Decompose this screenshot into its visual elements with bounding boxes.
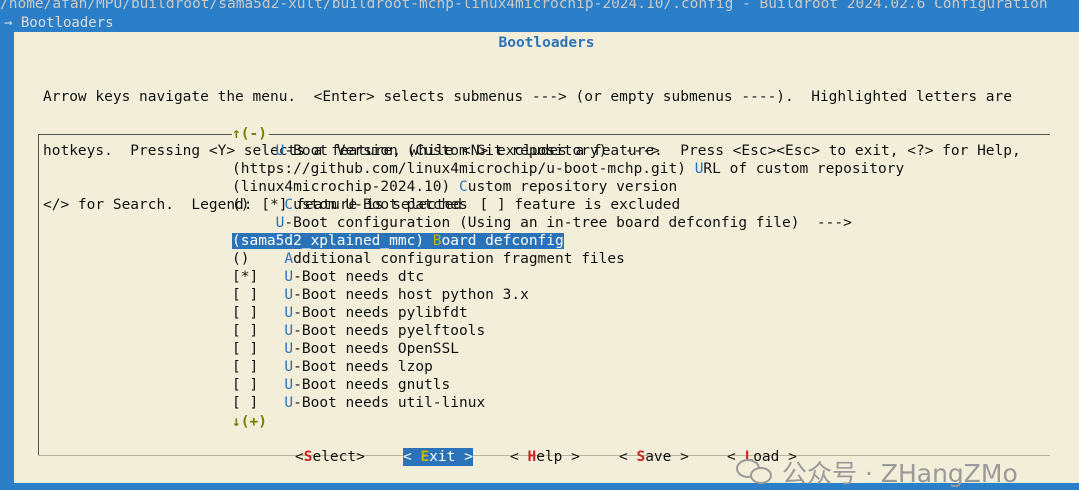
menu-item-prefix: [ ] (232, 341, 285, 357)
menu-item-prefix: [ ] (232, 287, 285, 303)
bootloaders-dialog: Bootloaders Arrow keys navigate the menu… (14, 32, 1079, 488)
menu-item-prefix: (linux4microchip-2024.10) (232, 179, 459, 195)
menu-item[interactable]: [ ] U-Boot needs OpenSSL (232, 340, 904, 358)
menu-item[interactable]: (linux4microchip-2024.10) Custom reposit… (232, 178, 904, 196)
breadcrumb: → Bootloaders (4, 15, 114, 31)
button-label: elp > (536, 449, 580, 465)
menu-list: U -Boot Version (Custom Git repository) -… (232, 142, 904, 412)
menu-item-prefix: [ ] (232, 305, 285, 321)
menu-item-label: -Boot needs lzop (293, 359, 433, 375)
button-label: elect> (312, 449, 365, 465)
exit-button[interactable]: < Exit > (403, 448, 473, 466)
menu-item-label: oard defconfig (441, 233, 564, 249)
menu-item-hotkey: U (284, 377, 294, 393)
save-button[interactable]: < Save > (619, 448, 689, 466)
menu-item-hotkey: U (284, 305, 294, 321)
menu-item-hotkey: B (432, 233, 442, 249)
menu-item-label: -Boot needs pylibfdt (293, 305, 468, 321)
menu-item-prefix: [ ] (232, 323, 285, 339)
scroll-up-indicator[interactable]: ↑(-) (232, 125, 269, 143)
menu-item-label: -Boot needs gnutls (293, 377, 451, 393)
menu-item-prefix: [*] (232, 269, 285, 285)
menu-item[interactable]: () Custom U-Boot patches (232, 196, 904, 214)
button-bracket: < (295, 449, 304, 465)
menu-item-hotkey: U (284, 359, 294, 375)
help-button[interactable]: < Help > (510, 448, 580, 466)
menu-item-hotkey: C (284, 197, 294, 213)
menu-item[interactable]: (sama5d2_xplained_mmc) Board defconfig (232, 232, 564, 250)
menu-item[interactable]: [ ] U-Boot needs host python 3.x (232, 286, 904, 304)
button-hotkey: H (527, 449, 537, 465)
menu-item-label: -Boot needs host python 3.x (293, 287, 529, 303)
select-button[interactable]: <Select> (295, 448, 365, 466)
button-bracket: < (510, 449, 528, 465)
menu-item-label: -Boot configuration (Using an in-tree bo… (284, 215, 852, 231)
menu-item-prefix: () (232, 197, 285, 213)
button-label: xit > (429, 449, 473, 465)
menu-item-hotkey: U (284, 287, 294, 303)
menu-item-label: -Boot needs pyelftools (293, 323, 486, 339)
menu-item-prefix (232, 215, 276, 231)
menu-item-prefix: (https://github.com/linux4microchip/u-bo… (232, 161, 695, 177)
menu-item-prefix: [ ] (232, 395, 285, 411)
menu-item-label: dditional configuration fragment files (293, 251, 625, 267)
menu-item[interactable]: [ ] U-Boot needs pylibfdt (232, 304, 904, 322)
dialog-title: Bootloaders (498, 35, 595, 51)
menu-item[interactable]: () Additional configuration fragment fil… (232, 250, 904, 268)
help-line-1: Arrow keys navigate the menu. <Enter> se… (43, 89, 1013, 105)
button-bracket: < (619, 449, 637, 465)
menu-item-prefix: (sama5d2_xplained_mmc) (232, 233, 433, 249)
button-hotkey: E (420, 449, 430, 465)
window-title: /home/afan/MPU/buildroot/sama5d2-xult/bu… (0, 0, 1048, 12)
menu-item-prefix (232, 143, 276, 159)
menu-item-label: -Boot needs OpenSSL (293, 341, 459, 357)
menu-item[interactable]: U-Boot Version (Custom Git repository) -… (232, 142, 904, 160)
menu-item[interactable]: [ ] U-Boot needs lzop (232, 358, 904, 376)
menu-item[interactable]: [ ] U-Boot needs gnutls (232, 376, 904, 394)
menu-item-hotkey: A (284, 251, 294, 267)
watermark-text: 公众号 · ZHangZMo (782, 459, 1018, 488)
menu-item[interactable]: [ ] U-Boot needs pyelftools (232, 322, 904, 340)
scroll-down-indicator[interactable]: ↓(+) (232, 413, 269, 431)
menu-item-hotkey: U (284, 323, 294, 339)
button-bracket: < (403, 449, 421, 465)
menu-item-prefix: [ ] (232, 377, 285, 393)
menu-item-label: -Boot needs util-linux (293, 395, 486, 411)
menu-item-hotkey: U (284, 341, 294, 357)
menu-item-hotkey: C (458, 179, 468, 195)
button-hotkey: S (636, 449, 646, 465)
menu-item[interactable]: [ ] U-Boot needs util-linux (232, 394, 904, 412)
menu-item-prefix: [ ] (232, 359, 285, 375)
menu-item-label: -Boot Version (Custom Git repository) --… (284, 143, 660, 159)
button-label: ave > (645, 449, 689, 465)
menu-item-prefix: () (232, 251, 285, 267)
menu-item-label: ustom U-Boot patches (293, 197, 468, 213)
menu-item-label: ustom repository version (467, 179, 678, 195)
menu-item[interactable]: [*] U-Boot needs dtc (232, 268, 904, 286)
menu-item-hotkey: U (284, 269, 294, 285)
menu-item[interactable]: (https://github.com/linux4microchip/u-bo… (232, 160, 904, 178)
menu-item[interactable]: U-Boot configuration (Using an in-tree b… (232, 214, 904, 232)
watermark: 公众号 · ZHangZMo (736, 454, 1018, 490)
menu-item-hotkey: U (284, 395, 294, 411)
menu-item-label: RL of custom repository (703, 161, 905, 177)
menu-item-label: -Boot needs dtc (293, 269, 425, 285)
